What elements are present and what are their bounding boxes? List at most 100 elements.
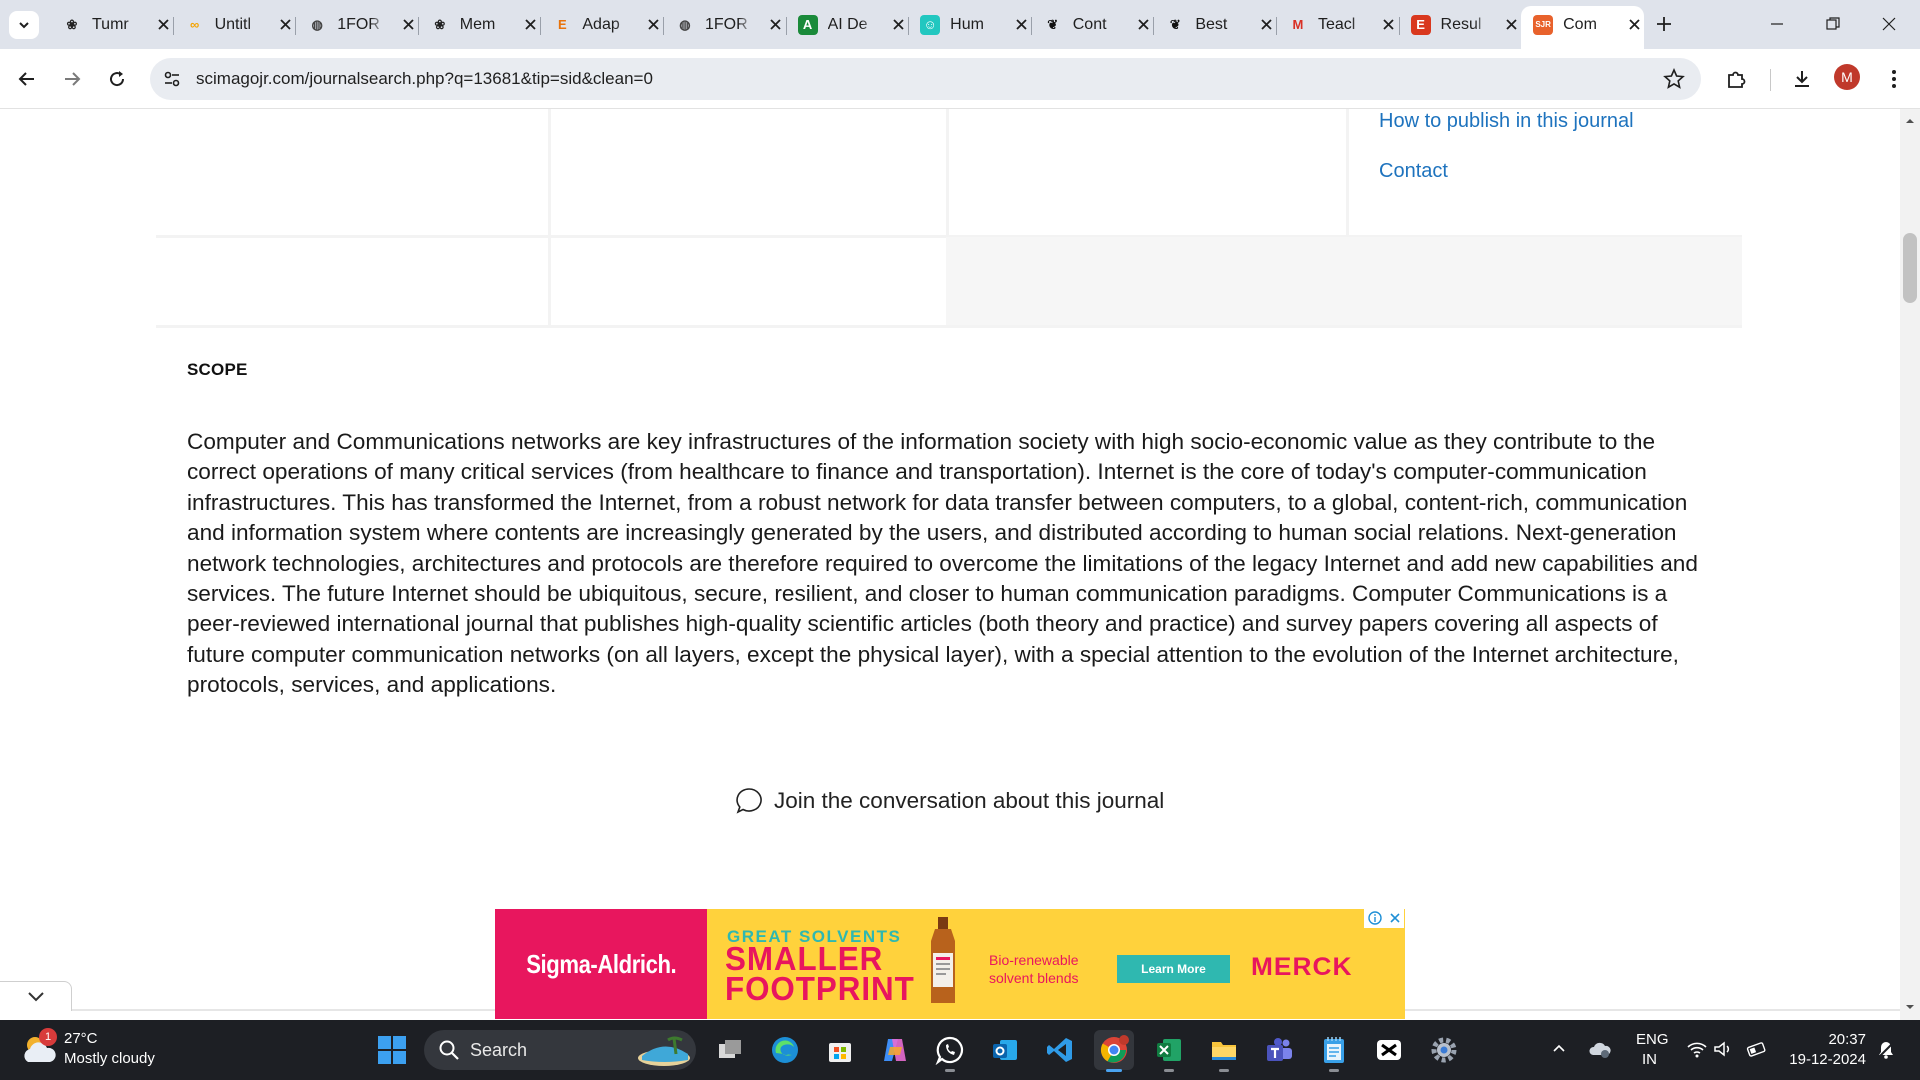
excel-app[interactable] (1149, 1030, 1189, 1072)
arrow-left-icon (18, 72, 34, 86)
downloads-button[interactable] (1787, 64, 1817, 94)
capcut-app[interactable] (1369, 1030, 1409, 1070)
copilot-app[interactable] (875, 1030, 915, 1070)
address-bar[interactable]: scimagojr.com/journalsearch.php?q=13681&… (150, 58, 1701, 100)
tab-close-button[interactable] (1503, 16, 1521, 34)
empty-panel (946, 237, 1742, 327)
tab-close-button[interactable] (1012, 16, 1030, 34)
humanizer-icon: ☺ (920, 14, 941, 35)
url-text[interactable]: scimagojr.com/journalsearch.php?q=13681&… (196, 69, 653, 89)
bookmark-star-icon[interactable] (1663, 68, 1685, 90)
site-info-icon[interactable] (162, 69, 182, 89)
tab-close-button[interactable] (767, 16, 785, 34)
taskbar-search[interactable]: Search (424, 1030, 696, 1070)
tab-close-button[interactable] (1135, 16, 1153, 34)
extensions-button[interactable] (1721, 64, 1751, 94)
puzzle-icon (1728, 71, 1746, 88)
restore-button[interactable] (1818, 9, 1848, 39)
contact-link[interactable]: Contact (1379, 160, 1448, 183)
tab-close-button[interactable] (154, 16, 172, 34)
vscode-app[interactable] (1040, 1030, 1080, 1070)
browser-menu-button[interactable] (1879, 64, 1909, 94)
settings-app[interactable] (1424, 1030, 1464, 1070)
minimize-button[interactable] (1762, 9, 1792, 39)
vertical-scrollbar[interactable] (1900, 109, 1920, 1020)
microsoft-store-app[interactable] (820, 1030, 860, 1070)
close-icon[interactable] (1389, 912, 1401, 924)
colab-icon: ∞ (189, 17, 200, 32)
new-tab-button[interactable] (1652, 12, 1676, 36)
close-window-button[interactable] (1874, 9, 1904, 39)
browser-tab[interactable]: ❀ Mem (417, 6, 541, 43)
volume-icon[interactable] (1712, 1039, 1734, 1059)
tab-close-button[interactable] (644, 16, 662, 34)
tab-close-button[interactable] (277, 16, 295, 34)
browser-tab[interactable]: ❦ Best (1153, 6, 1276, 43)
weather-notification-badge: 1 (39, 1028, 57, 1046)
edge-app[interactable] (765, 1030, 805, 1070)
gear-icon (1431, 1037, 1457, 1063)
profile-avatar[interactable]: M (1834, 64, 1860, 90)
grid-divider (1346, 109, 1349, 237)
close-icon (1628, 19, 1640, 30)
scope-description: Computer and Communications networks are… (187, 429, 1698, 698)
onedrive-sync-icon[interactable] (1589, 1039, 1611, 1059)
wifi-icon[interactable] (1686, 1039, 1708, 1059)
clock-time[interactable]: 20:37 (1828, 1031, 1866, 1048)
file-explorer-app[interactable] (1204, 1030, 1244, 1072)
advertisement-banner[interactable]: Sigma-Aldrich. GREAT SOLVENTS SMALLER FO… (495, 909, 1405, 1019)
windows-taskbar: 1 27°C Mostly cloudy Search ENG IN 20:37… (0, 1020, 1920, 1080)
chevron-up-icon[interactable] (1551, 1040, 1567, 1056)
notification-bell-icon[interactable] (1876, 1040, 1896, 1060)
ad-choices[interactable] (1364, 908, 1404, 928)
browser-tab[interactable]: ❀ Tumr (50, 6, 173, 43)
back-button[interactable] (12, 64, 42, 94)
scroll-down-icon[interactable] (1905, 1002, 1915, 1012)
windows-start-icon[interactable] (377, 1035, 407, 1065)
region-indicator[interactable]: IN (1642, 1051, 1657, 1068)
close-icon (770, 19, 782, 30)
scroll-up-icon[interactable] (1905, 116, 1915, 126)
notepad-app[interactable] (1314, 1030, 1354, 1072)
browser-tab[interactable]: ∞ Untitl (172, 6, 296, 43)
join-conversation-link[interactable]: Join the conversation about this journal (734, 785, 1164, 817)
ad-learn-more-button[interactable]: Learn More (1117, 955, 1230, 983)
feather-icon: ❦ (1169, 16, 1181, 32)
tab-close-button[interactable] (1380, 16, 1398, 34)
tab-close-button[interactable] (890, 16, 908, 34)
browser-tab[interactable]: E Resul (1398, 6, 1522, 43)
browser-tab[interactable]: ❦ Cont (1030, 6, 1154, 43)
how-to-publish-link[interactable]: How to publish in this journal (1379, 110, 1634, 133)
clock-date[interactable]: 19-12-2024 (1789, 1051, 1866, 1068)
search-label: Search (470, 1040, 528, 1060)
tab-close-button[interactable] (1625, 16, 1643, 34)
teams-app[interactable] (1259, 1030, 1299, 1070)
tab-close-button[interactable] (522, 16, 540, 34)
browser-tab[interactable]: M Teacl (1275, 6, 1399, 43)
browser-tab[interactable]: E Adap (540, 6, 663, 43)
info-icon[interactable] (1367, 911, 1382, 925)
whatsapp-app[interactable] (930, 1030, 970, 1072)
outlook-app[interactable] (985, 1030, 1025, 1070)
tab-close-button[interactable] (1257, 16, 1275, 34)
chevron-down-icon (27, 991, 44, 1001)
teams-icon (1267, 1038, 1292, 1061)
browser-tab[interactable]: ◍ 1FOR (662, 6, 786, 43)
collapse-ad-button[interactable] (0, 981, 72, 1011)
chrome-app[interactable] (1094, 1030, 1134, 1072)
tab-list: ❀ Tumr ∞ Untitl ◍ 1FOR ❀ Mem E Adap ◍ 1FOR A AI De ☺ Hu… (50, 6, 1644, 49)
reload-button[interactable] (102, 64, 132, 94)
tab-title: Tumr (92, 15, 129, 33)
browser-tab[interactable]: A AI De (785, 6, 909, 43)
search-icon (439, 1040, 459, 1060)
browser-tab[interactable]: SJR Com (1521, 6, 1644, 49)
language-indicator[interactable]: ENG (1636, 1031, 1669, 1048)
browser-tab[interactable]: ◍ 1FOR (295, 6, 418, 43)
task-view-app[interactable] (710, 1030, 750, 1070)
scrollbar-thumb[interactable] (1903, 233, 1917, 303)
tab-close-button[interactable] (399, 16, 417, 34)
forward-button[interactable] (57, 64, 87, 94)
battery-icon[interactable] (1746, 1039, 1768, 1059)
browser-tab[interactable]: ☺ Hum (908, 6, 1031, 43)
tab-search-button[interactable] (9, 11, 39, 39)
